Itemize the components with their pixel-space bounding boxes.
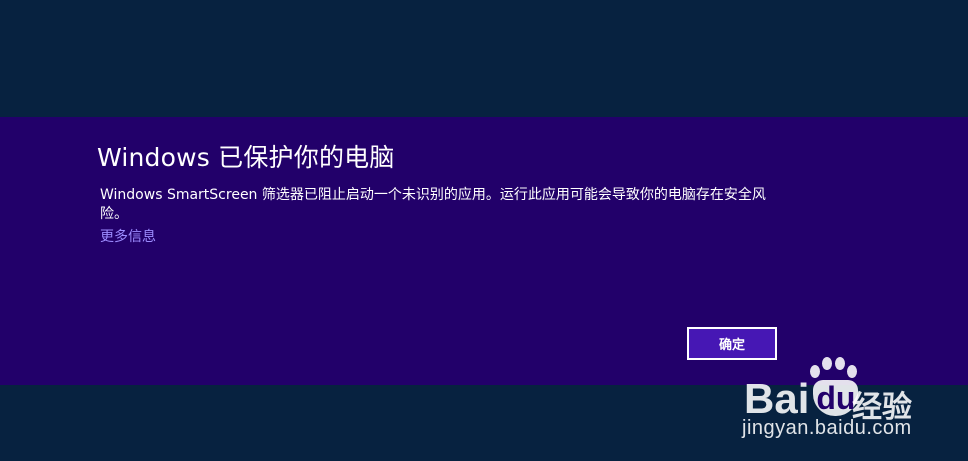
smartscreen-screen: Windows 已保护你的电脑 Windows SmartScreen 筛选器已… [0, 0, 968, 461]
dialog-message: Windows SmartScreen 筛选器已阻止启动一个未识别的应用。运行此… [100, 187, 766, 222]
dialog-title: Windows 已保护你的电脑 [97, 143, 395, 172]
baidu-logo-bai: Bai [744, 375, 810, 422]
more-info-link[interactable]: 更多信息 [100, 226, 156, 246]
baidu-logo: Bai du [744, 375, 859, 423]
watermark-url: jingyan.baidu.com [742, 417, 912, 439]
baidu-jingyan-watermark: Bai du 经验 jingyan.baidu.com [740, 355, 960, 450]
